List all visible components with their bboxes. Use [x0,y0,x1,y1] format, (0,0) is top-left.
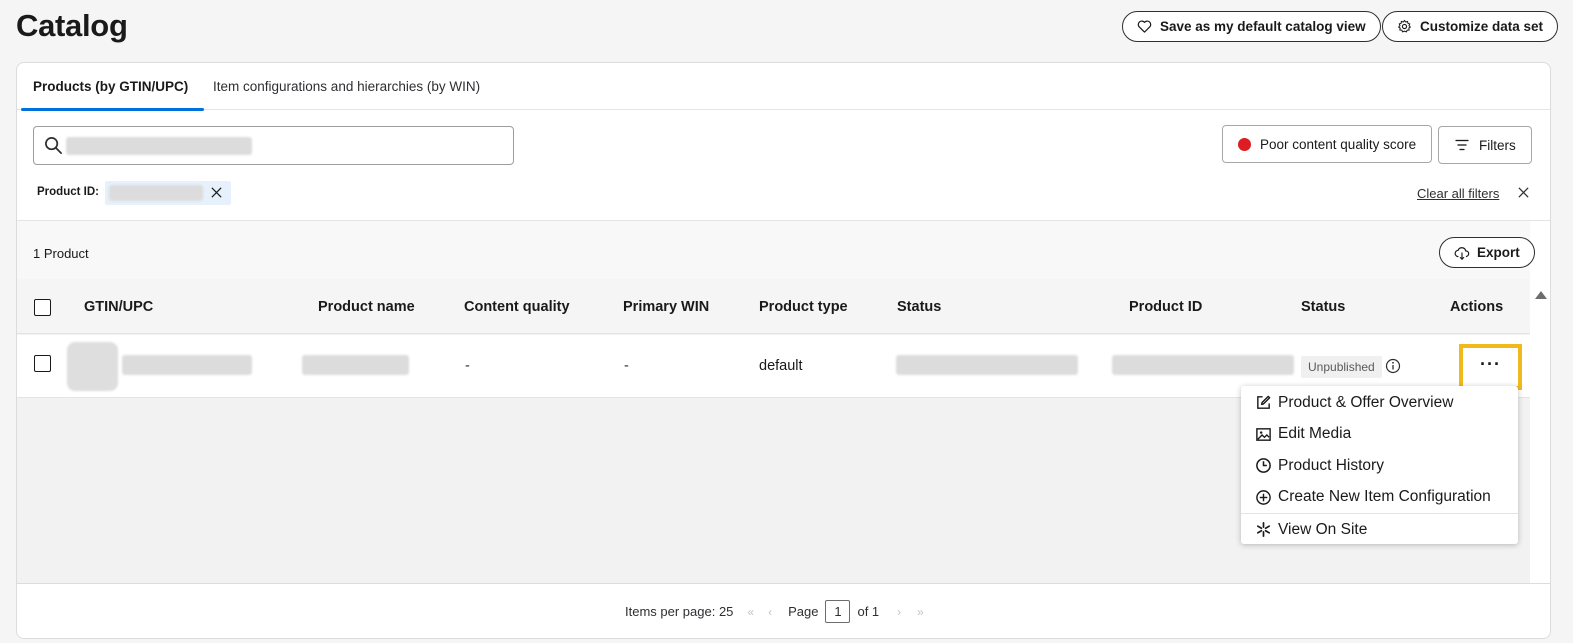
column-header-publish-status[interactable]: Status [1301,299,1345,315]
column-header-product-name[interactable]: Product name [318,299,415,315]
image-icon [1256,427,1271,441]
plus-circle-icon [1256,489,1271,505]
gear-icon [1398,19,1411,33]
tab-item-configurations[interactable]: Item configurations and hierarchies (by … [197,63,496,110]
save-default-view-button[interactable]: Save as my default catalog view [1122,11,1381,42]
red-dot-icon [1238,137,1251,151]
poor-quality-filter-label: Poor content quality score [1260,136,1417,152]
clear-all-filters-link[interactable]: Clear all filters [1417,186,1499,201]
page-of-label: of 1 [857,604,880,619]
edit-icon [1257,395,1271,410]
column-header-product-id[interactable]: Product ID [1129,299,1202,315]
menu-item-create-item-configuration[interactable]: Create New Item Configuration [1241,482,1518,514]
table-scrollbar[interactable] [1530,279,1550,583]
page-label: Page [788,604,819,619]
column-header-status[interactable]: Status [897,299,941,315]
filters-label: Filters [1479,137,1516,153]
menu-item-label: Product History [1278,456,1384,474]
content-quality-value: - [465,358,470,374]
gtin-redacted [122,355,252,375]
menu-item-label: View On Site [1278,520,1368,538]
next-page-icon[interactable]: › [897,605,901,619]
customize-data-set-button[interactable]: Customize data set [1382,11,1559,42]
customize-data-set-label: Customize data set [1420,19,1544,34]
items-per-page-select[interactable]: Items per page: 25 [625,604,733,619]
search-input[interactable] [33,126,514,165]
poor-quality-filter-button[interactable]: Poor content quality score [1222,125,1433,163]
clock-icon [1256,458,1271,474]
catalog-card: Products (by GTIN/UPC) Item configuratio… [16,62,1551,639]
page-title: Catalog [16,8,128,43]
filter-value-redacted [109,185,203,201]
product-type-value: default [759,358,803,374]
tab-products-by-gtin[interactable]: Products (by GTIN/UPC) [17,63,205,111]
heart-icon [1137,20,1152,33]
column-header-actions: Actions [1450,299,1504,315]
page-number-input[interactable]: 1 [825,600,851,623]
column-header-primary-win[interactable]: Primary WIN [623,299,709,315]
row-checkbox[interactable] [34,355,51,372]
remove-filter-icon[interactable] [210,186,223,199]
export-label: Export [1477,245,1520,260]
product-count: 1 Product [33,246,89,261]
cloud-download-icon [1454,246,1470,260]
status-redacted [896,355,1078,375]
filters-button[interactable]: Filters [1438,126,1532,164]
row-actions-menu: Product & Offer Overview Edit Media Prod… [1241,386,1518,544]
tab-bar: Products (by GTIN/UPC) Item configuratio… [17,63,1550,111]
product-thumbnail [67,342,118,391]
spark-icon [1256,522,1271,538]
status-badge: Unpublished [1301,356,1382,378]
column-header-product-type[interactable]: Product type [759,299,848,315]
menu-item-label: Edit Media [1278,425,1352,443]
active-filter-label: Product ID: [37,186,99,198]
close-icon[interactable] [1517,186,1530,199]
menu-item-product-history[interactable]: Product History [1241,450,1518,482]
select-all-checkbox[interactable] [34,299,51,316]
menu-item-label: Product & Offer Overview [1278,393,1454,411]
last-page-icon[interactable]: » [917,605,924,619]
search-query-redacted [66,137,252,155]
primary-win-value: - [624,358,629,374]
first-page-icon[interactable]: « [747,605,754,619]
product-id-filter-chip [105,181,231,205]
menu-item-label: Create New Item Configuration [1278,488,1491,506]
pagination: Items per page: 25 « ‹ Page 1 of 1 › » [625,600,924,623]
info-icon[interactable] [1385,358,1401,374]
more-horizontal-icon: ··· [1480,354,1501,374]
row-actions-button[interactable]: ··· [1459,344,1522,390]
filter-lines-icon [1455,139,1469,151]
previous-page-icon[interactable]: ‹ [768,605,772,619]
menu-item-edit-media[interactable]: Edit Media [1241,419,1518,451]
column-header-gtin-upc[interactable]: GTIN/UPC [84,299,153,315]
export-button[interactable]: Export [1439,237,1535,268]
product-id-redacted [1112,355,1294,375]
product-name-redacted[interactable] [302,355,409,375]
search-icon [45,137,62,154]
column-header-content-quality[interactable]: Content quality [464,299,570,315]
save-default-view-label: Save as my default catalog view [1160,19,1366,34]
menu-item-view-on-site[interactable]: View On Site [1241,514,1518,546]
results-bar [17,221,1530,281]
menu-item-product-offer-overview[interactable]: Product & Offer Overview [1241,387,1518,419]
scroll-up-arrow-icon[interactable] [1535,291,1547,299]
